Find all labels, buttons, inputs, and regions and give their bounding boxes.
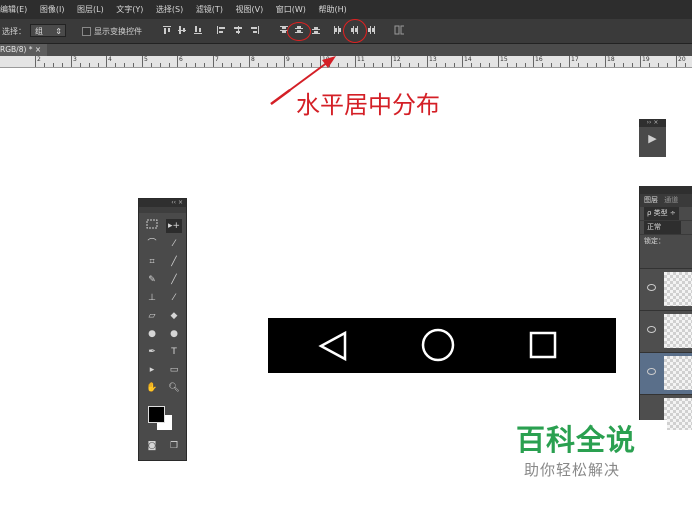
brush-tool-icon[interactable]: ╱ <box>166 273 182 287</box>
pen-tool-icon[interactable]: ✒ <box>144 345 160 359</box>
lock-row: 锁定： <box>640 234 692 248</box>
layer-row[interactable] <box>640 352 692 394</box>
layer-thumbnail <box>664 272 692 306</box>
rectangle-tool-icon[interactable]: ▭ <box>166 363 182 377</box>
layer-thumbnail <box>664 356 692 390</box>
layer-row[interactable] <box>640 268 692 310</box>
visibility-eye-icon[interactable] <box>647 368 656 375</box>
screen-mode-icon[interactable]: ❐ <box>166 439 182 453</box>
navigation-bar-artwork <box>268 318 616 373</box>
tab-channels[interactable]: 通道 <box>664 196 678 204</box>
paint-bucket-tool-icon[interactable]: ◆ <box>166 309 182 323</box>
clone-stamp-tool-icon[interactable]: ⊥ <box>144 291 160 305</box>
watermark-subtitle: 助你轻松解决 <box>524 461 621 479</box>
layers-panel-strip <box>640 186 692 194</box>
watermark: 百科全说 助你轻松解决 <box>500 420 667 490</box>
quick-select-tool-icon[interactable]: ⁄ <box>166 237 182 251</box>
blend-mode-dropdown[interactable]: 正常 <box>644 221 681 234</box>
blend-mode-row: 正常 <box>640 220 692 234</box>
blur-tool-icon[interactable]: ● <box>144 327 160 341</box>
layer-thumbnail <box>664 314 692 348</box>
visibility-eye-icon[interactable] <box>647 284 656 291</box>
layers-panel: 图层 通道 ρ 类型 ÷ 正常 锁定： <box>639 186 692 430</box>
layer-thumbnail <box>664 398 692 430</box>
move-tool-icon[interactable]: ▸+ <box>166 219 182 233</box>
layer-filter-dropdown[interactable]: ρ 类型 ÷ <box>644 207 679 220</box>
play-icon[interactable]: ▶ <box>639 127 666 151</box>
type-tool-icon[interactable]: T <box>166 345 182 359</box>
eraser-tool-icon[interactable]: ▱ <box>144 309 160 323</box>
tools-panel: ‹‹ × ▸+ ⌒ ⁄ ⌗ ╱ ✎ ╱ ⊥ ⁄ ▱ ◆ ● ● ✒ T ▸ ▭ … <box>138 198 187 461</box>
lasso-tool-icon[interactable]: ⌒ <box>144 237 160 251</box>
healing-brush-tool-icon[interactable]: ✎ <box>144 273 160 287</box>
watermark-title: 百科全说 <box>516 423 637 457</box>
visibility-eye-icon[interactable] <box>647 326 656 333</box>
tools-panel-header[interactable]: ‹‹ × <box>139 199 186 207</box>
path-select-tool-icon[interactable]: ▸ <box>144 363 160 377</box>
eyedropper-tool-icon[interactable]: ╱ <box>166 255 182 269</box>
back-triangle-icon <box>318 330 347 362</box>
tools-panel-grip[interactable] <box>139 207 186 213</box>
layer-row[interactable] <box>640 310 692 352</box>
crop-tool-icon[interactable]: ⌗ <box>144 255 160 269</box>
dodge-tool-icon[interactable]: ● <box>166 327 182 341</box>
zoom-tool-icon[interactable]: 🔍︎ <box>166 381 182 395</box>
collapsed-panel: ›› × ▶ <box>639 119 666 157</box>
tab-layers[interactable]: 图层 <box>644 196 658 204</box>
layers-panel-tabs: 图层 通道 <box>640 194 692 206</box>
hand-tool-icon[interactable]: ✋ <box>144 381 160 395</box>
lock-label: 锁定： <box>644 237 665 245</box>
history-brush-tool-icon[interactable]: ⁄ <box>166 291 182 305</box>
foreground-color-swatch[interactable] <box>148 406 165 423</box>
recents-square-icon <box>529 331 557 359</box>
layer-filter-row: ρ 类型 ÷ <box>640 206 692 220</box>
collapsed-panel-header[interactable]: ›› × <box>639 119 666 127</box>
annotation-label: 水平居中分布 <box>296 91 440 119</box>
home-circle-icon <box>421 328 455 362</box>
marquee-tool-icon[interactable] <box>144 219 160 233</box>
quick-mask-icon[interactable]: ◙ <box>144 439 160 453</box>
